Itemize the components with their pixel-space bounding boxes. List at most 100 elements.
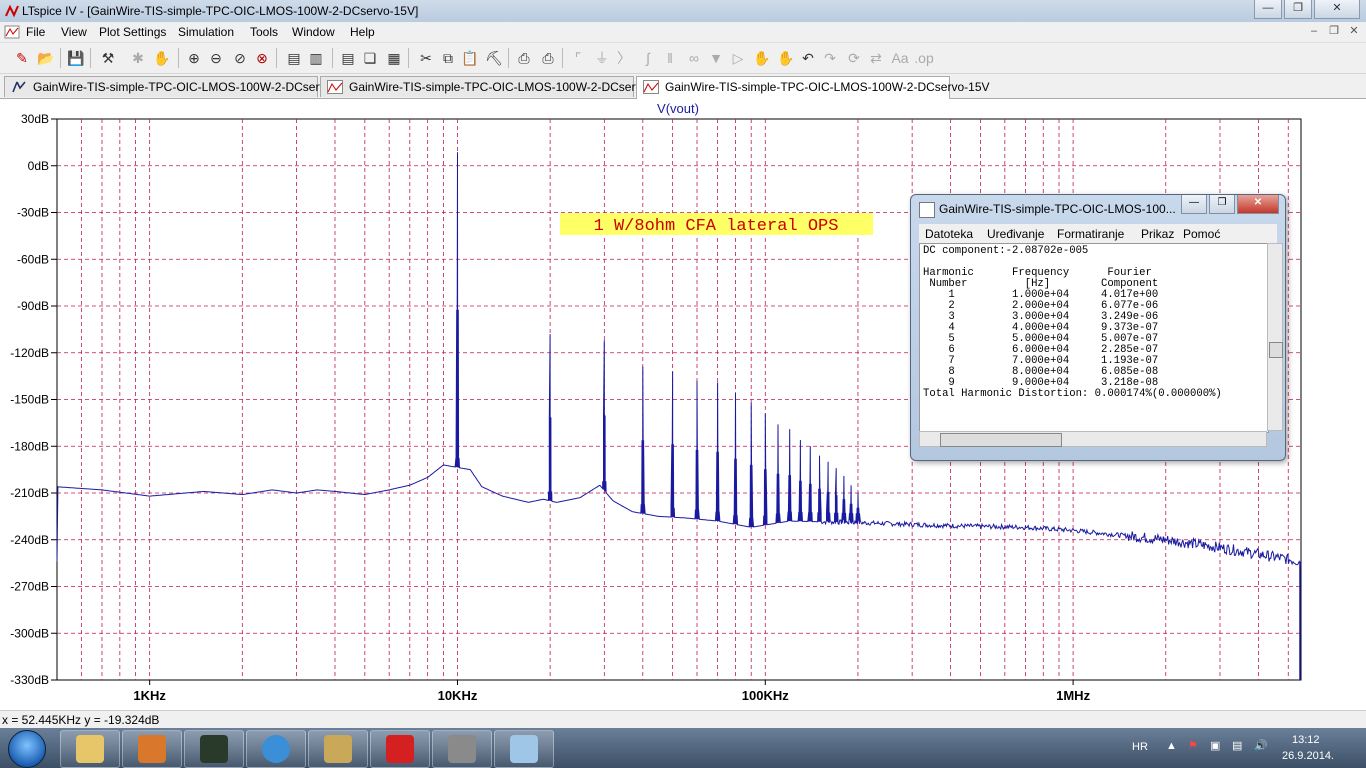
run-icon[interactable]: ✱ bbox=[128, 48, 148, 68]
notepad-icon bbox=[919, 202, 935, 218]
minimize-button[interactable]: — bbox=[1254, 0, 1282, 19]
taskbar-notepad[interactable] bbox=[494, 730, 554, 768]
menu-prikaz[interactable]: Prikaz bbox=[1141, 227, 1174, 241]
mirror-icon[interactable]: ⇄ bbox=[866, 48, 886, 68]
print-icon[interactable]: ⎙ bbox=[538, 48, 558, 68]
zoom-fit-icon[interactable]: ⊘ bbox=[230, 48, 250, 68]
start-button[interactable] bbox=[8, 730, 46, 768]
spice-directive-icon[interactable]: .op bbox=[914, 48, 934, 68]
fourier-results-window[interactable]: GainWire-TIS-simple-TPC-OIC-LMOS-100... … bbox=[910, 194, 1286, 461]
menu-view[interactable]: View bbox=[61, 25, 87, 39]
taskbar-explorer[interactable] bbox=[60, 730, 120, 768]
waveform-icon bbox=[643, 80, 659, 94]
text-icon[interactable]: Aa bbox=[890, 48, 910, 68]
ground-icon[interactable]: ⏚ bbox=[592, 48, 612, 68]
menu-file[interactable]: File bbox=[26, 25, 45, 39]
menu-formatiranje[interactable]: Formatiranje bbox=[1057, 227, 1124, 241]
taskbar-ie[interactable] bbox=[246, 730, 306, 768]
find-icon[interactable]: ⛏ bbox=[484, 48, 504, 68]
close-button[interactable]: ✕ bbox=[1314, 0, 1360, 19]
mdi-minimize-button[interactable]: – bbox=[1306, 23, 1322, 39]
control-panel-icon[interactable]: ⚒ bbox=[98, 48, 118, 68]
mdi-restore-button[interactable]: ❐ bbox=[1326, 23, 1342, 39]
schematic-icon bbox=[12, 81, 26, 93]
label-net-icon[interactable]: 〉 bbox=[614, 48, 634, 68]
maximize-button[interactable]: ❐ bbox=[1284, 0, 1312, 19]
redo-icon[interactable]: ↷ bbox=[820, 48, 840, 68]
menu-uredivanje[interactable]: Uređivanje bbox=[987, 227, 1044, 241]
waveform-doc-icon[interactable] bbox=[4, 24, 20, 40]
menu-pomoc[interactable]: Pomoć bbox=[1183, 227, 1220, 241]
folder-icon bbox=[76, 735, 104, 763]
show-hidden-icons[interactable]: ▲ bbox=[1166, 740, 1177, 752]
move-icon[interactable]: ✋ bbox=[752, 48, 772, 68]
volume-icon[interactable]: 🔊 bbox=[1254, 739, 1268, 752]
mdi-close-button[interactable]: ✕ bbox=[1346, 23, 1362, 39]
plot-annotation[interactable]: 1 W/8ohm CFA lateral OPS bbox=[594, 217, 839, 236]
notepad-icon bbox=[510, 735, 538, 763]
x-tick-label: 1MHz bbox=[1056, 688, 1090, 703]
paste-icon[interactable]: 📋 bbox=[460, 48, 480, 68]
tab-waveform-1[interactable]: GainWire-TIS-simple-TPC-OIC-LMOS-100W-2-… bbox=[320, 76, 674, 97]
copy-icon[interactable]: ⧉ bbox=[438, 48, 458, 68]
vertical-scrollbar[interactable] bbox=[1267, 243, 1283, 431]
menu-tools[interactable]: Tools bbox=[250, 25, 278, 39]
language-indicator[interactable]: HR bbox=[1132, 741, 1148, 753]
y-tick-label: 30dB bbox=[21, 112, 49, 126]
menu-simulation[interactable]: Simulation bbox=[178, 25, 234, 39]
print-preview-icon[interactable]: ⎙ bbox=[514, 48, 534, 68]
scroll-thumb[interactable] bbox=[1269, 342, 1283, 358]
window-titlebar: LTspice IV - [GainWire-TIS-simple-TPC-OI… bbox=[0, 0, 1366, 22]
undo-icon[interactable]: ↶ bbox=[798, 48, 818, 68]
device-icon[interactable]: ▣ bbox=[1210, 739, 1220, 752]
scroll-thumb[interactable] bbox=[940, 433, 1062, 447]
y-tick-label: -90dB bbox=[17, 299, 49, 313]
fourier-text-area[interactable]: DC component:-2.08702e-005 Harmonic Freq… bbox=[919, 243, 1269, 433]
menu-datoteka[interactable]: Datoteka bbox=[925, 227, 973, 241]
menu-window[interactable]: Window bbox=[292, 25, 335, 39]
cut-icon[interactable]: ✂ bbox=[416, 48, 436, 68]
pan-icon[interactable]: ✋ bbox=[152, 48, 172, 68]
taskbar-ltspice[interactable] bbox=[432, 730, 492, 768]
tab-waveform-2[interactable]: GainWire-TIS-simple-TPC-OIC-LMOS-100W-2-… bbox=[636, 76, 990, 99]
tile-horizontal-icon[interactable]: ▤ bbox=[338, 48, 358, 68]
taskbar-avira[interactable] bbox=[370, 730, 430, 768]
fourier-minimize-button[interactable]: — bbox=[1181, 195, 1207, 214]
menu-help[interactable]: Help bbox=[350, 25, 375, 39]
y-tick-label: -210dB bbox=[10, 486, 49, 500]
menu-plot-settings[interactable]: Plot Settings bbox=[99, 25, 166, 39]
component-icon[interactable]: ▷ bbox=[728, 48, 748, 68]
taskbar-app2[interactable] bbox=[122, 730, 182, 768]
action-center-icon[interactable]: ⚑ bbox=[1188, 739, 1198, 752]
fft-icon[interactable]: ▥ bbox=[306, 48, 326, 68]
zoom-in-icon[interactable]: ⊕ bbox=[184, 48, 204, 68]
network-icon[interactable]: ▤ bbox=[1232, 739, 1242, 752]
diode-icon[interactable]: ▼ bbox=[706, 48, 726, 68]
drag-icon[interactable]: ✋ bbox=[776, 48, 796, 68]
window-title: LTspice IV - [GainWire-TIS-simple-TPC-OI… bbox=[22, 4, 419, 18]
resistor-icon[interactable]: ∫ bbox=[638, 48, 658, 68]
tile-vertical-icon[interactable]: ▦ bbox=[384, 48, 404, 68]
zoom-cancel-icon[interactable]: ⊗ bbox=[252, 48, 272, 68]
autorange-icon[interactable]: ▤ bbox=[284, 48, 304, 68]
capacitor-icon[interactable]: ‖ bbox=[660, 48, 680, 68]
fourier-close-button[interactable]: ✕ bbox=[1237, 195, 1279, 214]
y-tick-label: 0dB bbox=[28, 159, 49, 173]
zoom-out-icon[interactable]: ⊖ bbox=[206, 48, 226, 68]
taskbar-scope[interactable] bbox=[184, 730, 244, 768]
cascade-icon[interactable]: ❏ bbox=[360, 48, 380, 68]
clock-time[interactable]: 13:12 bbox=[1292, 734, 1320, 746]
open-icon[interactable]: 📂 bbox=[36, 48, 56, 68]
x-tick-label: 10KHz bbox=[438, 688, 478, 703]
clock-date[interactable]: 26.9.2014. bbox=[1282, 750, 1334, 762]
fourier-maximize-button[interactable]: ❐ bbox=[1209, 195, 1235, 214]
new-schematic-icon[interactable]: ✎ bbox=[12, 48, 32, 68]
inductor-icon[interactable]: ∞ bbox=[684, 48, 704, 68]
trace-label[interactable]: V(vout) bbox=[657, 101, 699, 116]
wire-icon[interactable]: ⌜ bbox=[568, 48, 588, 68]
tab-schematic[interactable]: GainWire-TIS-simple-TPC-OIC-LMOS-100W-2-… bbox=[4, 76, 358, 97]
save-icon[interactable]: 💾 bbox=[66, 48, 86, 68]
taskbar-folder2[interactable] bbox=[308, 730, 368, 768]
rotate-icon[interactable]: ⟳ bbox=[844, 48, 864, 68]
horizontal-scrollbar[interactable] bbox=[919, 431, 1267, 447]
